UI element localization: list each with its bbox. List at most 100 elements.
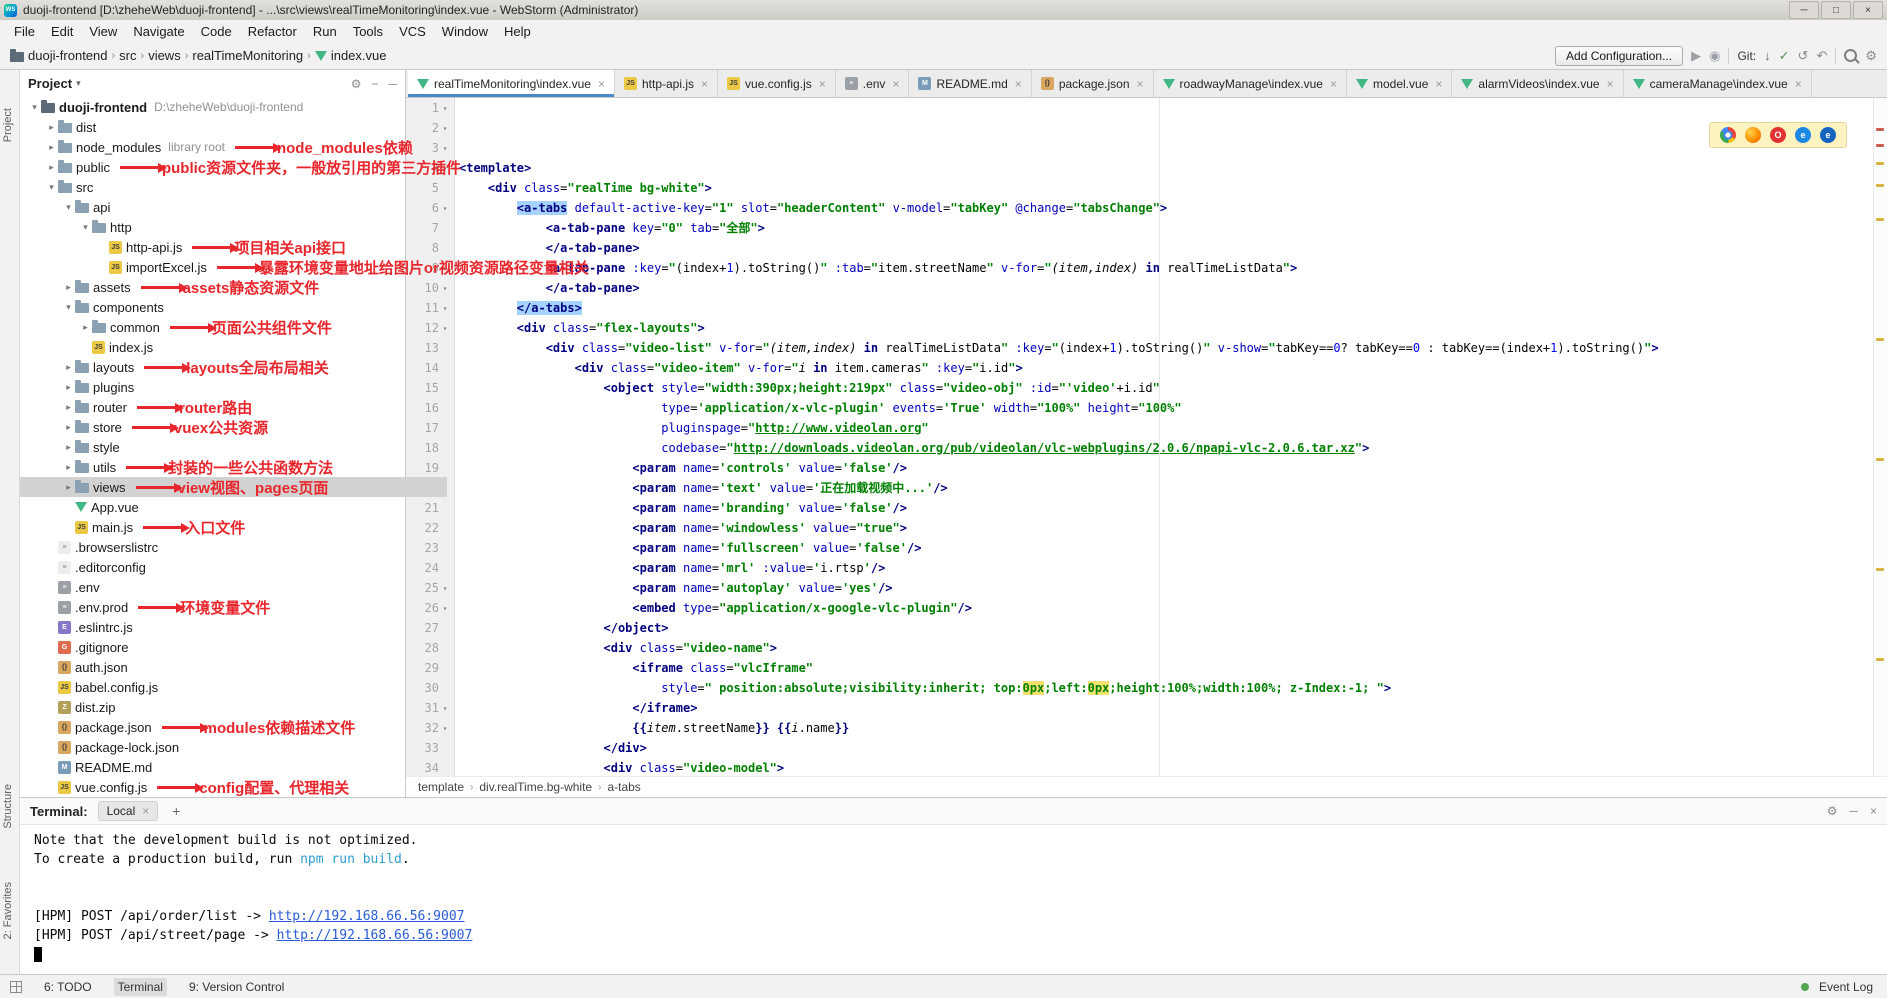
git-history-icon[interactable]: ↺: [1798, 49, 1809, 62]
code-line[interactable]: style=" position:absolute;visibility:inh…: [459, 678, 1887, 698]
close-icon[interactable]: ×: [892, 77, 899, 91]
tree-item-utils[interactable]: ▸utils封装的一些公共函数方法: [20, 457, 447, 477]
close-icon[interactable]: ×: [701, 77, 708, 91]
code-line[interactable]: <param name='fullscreen' value='false'/>: [459, 538, 1887, 558]
tree-item-env-prod[interactable]: ≡.env.prod环境变量文件: [20, 597, 430, 617]
close-terminal-icon[interactable]: ×: [1870, 804, 1877, 818]
tree-item-store[interactable]: ▸storevuex公共资源: [20, 417, 447, 437]
code-line[interactable]: <div class="flex-layouts">: [459, 318, 1887, 338]
code-line[interactable]: <param name='mrl' :value='i.rtsp'/>: [459, 558, 1887, 578]
code-line[interactable]: <param name='branding' value='false'/>: [459, 498, 1887, 518]
tree-item-gitignore[interactable]: G.gitignore: [20, 637, 430, 657]
code-line[interactable]: type='application/x-vlc-plugin' events='…: [459, 398, 1887, 418]
menu-item-file[interactable]: File: [6, 22, 43, 41]
code-line[interactable]: codebase="http://downloads.videolan.org/…: [459, 438, 1887, 458]
code-line[interactable]: {{item.streetName}} {{i.name}}: [459, 718, 1887, 738]
tree-chevron-icon[interactable]: ▸: [62, 282, 75, 293]
tree-chevron-icon[interactable]: ▾: [79, 222, 92, 233]
tree-item-editorconfig[interactable]: ≡.editorconfig: [20, 557, 430, 577]
tree-item-router[interactable]: ▸routerrouter路由: [20, 397, 447, 417]
tree-item-babel-config-js[interactable]: JSbabel.config.js: [20, 677, 430, 697]
editor-tab-cameramanage-index-vue[interactable]: cameraManage\index.vue×: [1624, 70, 1812, 97]
new-terminal-session-icon[interactable]: +: [168, 803, 184, 819]
hide-panel-icon[interactable]: ─: [388, 77, 397, 91]
tree-item-dist-zip[interactable]: Zdist.zip: [20, 697, 430, 717]
editor-tab-http-api-js[interactable]: JShttp-api.js×: [615, 70, 718, 97]
line-number[interactable]: 1: [413, 101, 439, 115]
tree-item-readme-md[interactable]: MREADME.md: [20, 757, 430, 777]
code-line[interactable]: <iframe class="vlcIframe": [459, 658, 1887, 678]
close-icon[interactable]: ×: [598, 77, 605, 91]
tree-item-importexcel-js[interactable]: JSimportExcel.js暴露环境变量地址给图片or视频资源路径变量相关: [20, 257, 481, 277]
tree-item-style[interactable]: ▸style: [20, 437, 447, 457]
close-icon[interactable]: ×: [1607, 77, 1614, 91]
chrome-browser-icon[interactable]: [1720, 127, 1736, 143]
editor-tab-realtimemonitoring-index-vue[interactable]: realTimeMonitoring\index.vue×: [408, 70, 615, 97]
firefox-browser-icon[interactable]: [1745, 127, 1761, 143]
project-panel-title[interactable]: Project: [28, 76, 72, 91]
code-editor[interactable]: <template> <div class="realTime bg-white…: [455, 98, 1887, 776]
tree-chevron-icon[interactable]: ▾: [28, 102, 41, 113]
code-line[interactable]: <template>: [459, 158, 1887, 178]
fold-icon[interactable]: ▾: [439, 704, 451, 713]
editor-tab-model-vue[interactable]: model.vue×: [1347, 70, 1452, 97]
tree-item-dist[interactable]: ▸dist: [20, 117, 430, 137]
add-configuration-button[interactable]: Add Configuration...: [1555, 46, 1683, 66]
chevron-down-icon[interactable]: ▾: [76, 78, 81, 89]
status-item-9-version-control[interactable]: 9: Version Control: [185, 978, 288, 996]
tree-chevron-icon[interactable]: ▸: [62, 462, 75, 473]
close-icon[interactable]: ×: [1015, 77, 1022, 91]
stripe-item-structure[interactable]: Structure: [2, 784, 14, 829]
panel-options-icon[interactable]: ⚙: [351, 77, 362, 91]
code-line[interactable]: </a-tab-pane>: [459, 238, 1887, 258]
tree-chevron-icon[interactable]: ▸: [79, 322, 92, 333]
fold-icon[interactable]: ▾: [439, 724, 451, 733]
opera-browser-icon[interactable]: O: [1770, 127, 1786, 143]
tree-item-http-api-js[interactable]: JShttp-api.js项目相关api接口: [20, 237, 481, 257]
breadcrumb-item-index-vue[interactable]: index.vue: [315, 48, 387, 63]
code-line[interactable]: <param name='autoplay' value='yes'/>: [459, 578, 1887, 598]
minimize-button[interactable]: ─: [1789, 1, 1819, 19]
terminal-settings-icon[interactable]: ⚙: [1827, 804, 1838, 818]
menu-item-code[interactable]: Code: [193, 22, 240, 41]
breadcrumb-item-realtimemonitoring[interactable]: realTimeMonitoring: [192, 48, 303, 63]
tree-item-package-json[interactable]: {}package.jsonmodules依赖描述文件: [20, 717, 430, 737]
tree-item-package-lock-json[interactable]: {}package-lock.json: [20, 737, 430, 757]
git-update-icon[interactable]: ↓: [1764, 49, 1771, 62]
tree-chevron-icon[interactable]: ▸: [45, 122, 58, 133]
menu-item-tools[interactable]: Tools: [345, 22, 391, 41]
tree-item-common[interactable]: ▸common页面公共组件文件: [20, 317, 464, 337]
breadcrumb-item-views[interactable]: views: [148, 48, 181, 63]
close-icon[interactable]: ×: [1795, 77, 1802, 91]
tree-item-index-js[interactable]: JSindex.js: [20, 337, 464, 357]
tree-item-browserslistrc[interactable]: ≡.browserslistrc: [20, 537, 430, 557]
code-line[interactable]: <embed type="application/x-google-vlc-pl…: [459, 598, 1887, 618]
tree-chevron-icon[interactable]: ▸: [62, 422, 75, 433]
code-line[interactable]: <param name='controls' value='false'/>: [459, 458, 1887, 478]
status-item-terminal[interactable]: Terminal: [114, 978, 167, 996]
fold-icon[interactable]: ▾: [439, 124, 451, 133]
code-line[interactable]: <div class="video-list" v-for="(item,ind…: [459, 338, 1887, 358]
git-rollback-icon[interactable]: ↶: [1816, 49, 1827, 62]
code-line[interactable]: <object style="width:390px;height:219px"…: [459, 378, 1887, 398]
collapse-all-icon[interactable]: −: [371, 77, 378, 91]
tree-item-eslintrc-js[interactable]: E.eslintrc.js: [20, 617, 430, 637]
tree-item-duoji-frontend[interactable]: ▾duoji-frontendD:\zheheWeb\duoji-fronten…: [20, 97, 413, 117]
code-line[interactable]: <div class="video-model">: [459, 758, 1887, 776]
code-line[interactable]: pluginspage="http://www.videolan.org": [459, 418, 1887, 438]
stripe-item-2-favorites[interactable]: 2: Favorites: [2, 882, 14, 939]
code-line[interactable]: </a-tab-pane>: [459, 278, 1887, 298]
tree-item-assets[interactable]: ▸assetsassets静态资源文件: [20, 277, 447, 297]
close-icon[interactable]: ×: [142, 804, 149, 818]
code-line[interactable]: </iframe>: [459, 698, 1887, 718]
status-item-6-todo[interactable]: 6: TODO: [40, 978, 96, 996]
stripe-item-project[interactable]: Project: [2, 108, 14, 142]
code-line[interactable]: </a-tabs>: [459, 298, 1887, 318]
menu-item-vcs[interactable]: VCS: [391, 22, 434, 41]
ie-browser-icon[interactable]: e: [1795, 127, 1811, 143]
settings-icon[interactable]: ⚙: [1865, 49, 1877, 62]
breadcrumb-item-duoji-frontend[interactable]: duoji-frontend: [10, 48, 108, 63]
tool-window-switcher-icon[interactable]: [10, 981, 22, 993]
code-line[interactable]: </div>: [459, 738, 1887, 758]
tree-chevron-icon[interactable]: ▸: [45, 162, 58, 173]
